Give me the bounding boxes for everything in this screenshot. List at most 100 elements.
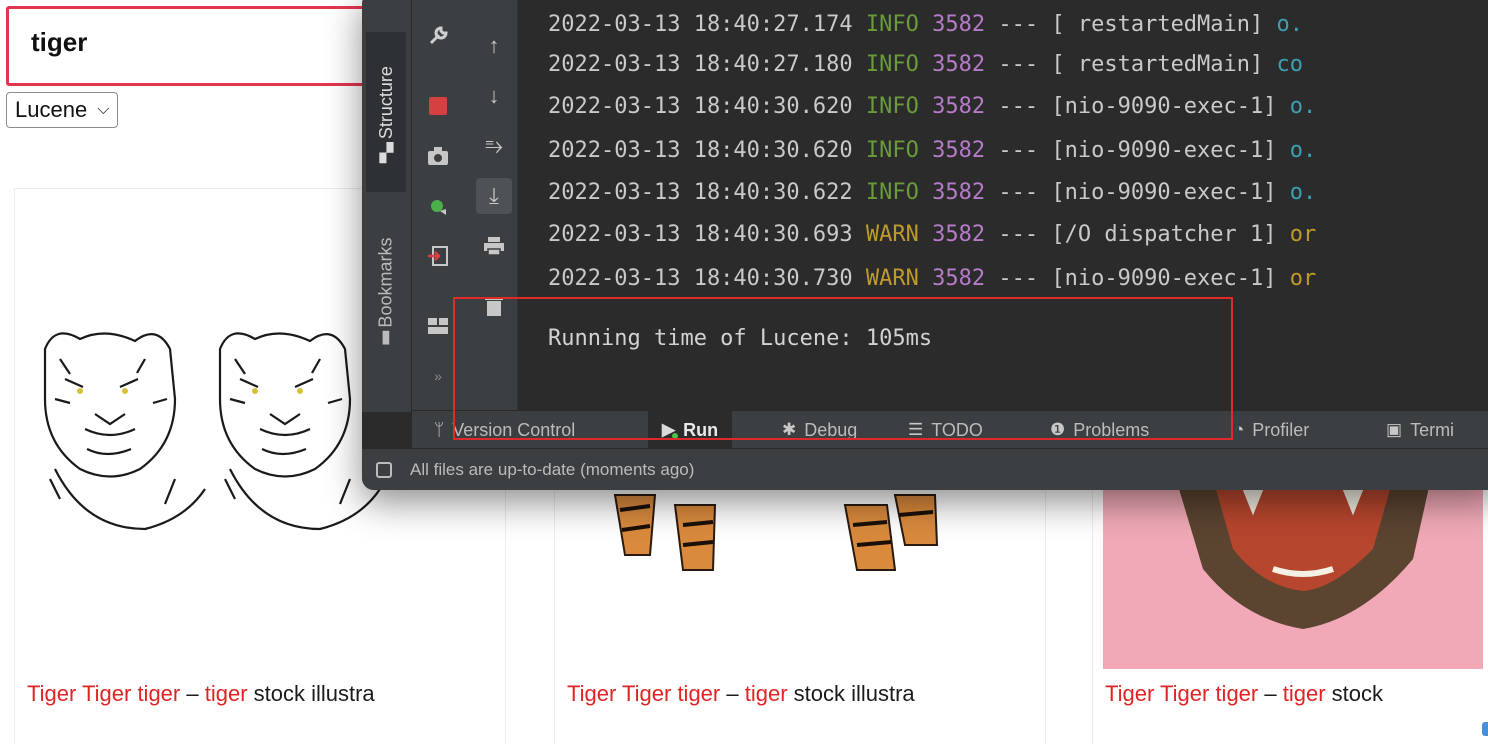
scroll-indicator — [1482, 722, 1488, 736]
result-title-highlight: tiger — [1282, 681, 1326, 706]
wrench-icon[interactable] — [420, 18, 456, 54]
result-title-highlight: tiger — [744, 681, 788, 706]
log-line: 2022-03-13 18:40:30.620 INFO 3582 --- [n… — [548, 136, 1316, 166]
log-separator: --- — [998, 138, 1039, 163]
log-logger: or — [1289, 266, 1317, 291]
log-separator: --- — [998, 222, 1039, 247]
log-pid: 3582 — [932, 12, 986, 37]
tab-label: Run — [683, 419, 719, 440]
log-thread: [/O dispatcher 1] — [1051, 222, 1277, 247]
tab-bookmarks[interactable]: ▮Bookmarks — [366, 210, 406, 370]
search-engine-select[interactable]: Lucene ⌵ — [6, 92, 119, 128]
tab-profiler[interactable]: ◔ Profiler — [1234, 411, 1309, 449]
result-title[interactable]: Tiger Tiger tiger – tiger stock illustra — [27, 681, 497, 707]
branch-icon: ᛘ — [434, 420, 445, 439]
arrow-down-icon[interactable]: ↓ — [476, 78, 512, 114]
tab-version-control[interactable]: ᛘ Version Control — [434, 411, 575, 449]
chevron-down-icon: ⌵ — [97, 101, 110, 118]
log-timestamp: 2022-03-13 18:40:27.174 — [548, 12, 853, 37]
tab-terminal[interactable]: ▣ Termi — [1386, 411, 1454, 449]
log-pid: 3582 — [932, 266, 986, 291]
arrow-up-icon[interactable]: ↑ — [476, 28, 512, 64]
log-line: 2022-03-13 18:40:30.730 WARN 3582 --- [n… — [548, 264, 1316, 294]
bug-icon: ✱ — [782, 420, 797, 439]
log-pid: 3582 — [932, 52, 986, 77]
log-line: 2022-03-13 18:40:30.622 INFO 3582 --- [n… — [548, 178, 1316, 208]
run-tool-column: » — [412, 0, 468, 412]
result-title-text: – — [1258, 681, 1283, 706]
log-separator: --- — [998, 52, 1039, 77]
search-input[interactable]: tiger — [6, 6, 386, 86]
list-icon: ☰ — [908, 420, 924, 439]
log-separator: --- — [998, 94, 1039, 119]
log-pid: 3582 — [932, 180, 986, 205]
log-timestamp: 2022-03-13 18:40:30.622 — [548, 180, 853, 205]
more-icon[interactable]: » — [420, 358, 456, 394]
structure-icon: ▞ — [379, 142, 393, 163]
log-thread: [nio-9090-exec-1] — [1051, 138, 1277, 163]
log-logger: o. — [1276, 12, 1304, 37]
log-line: 2022-03-13 18:40:27.180 INFO 3582 --- [ … — [548, 50, 1303, 80]
tab-todo[interactable]: ☰ TODO — [908, 411, 983, 449]
log-level: WARN — [865, 222, 919, 247]
problems-icon: ❶ — [1050, 420, 1066, 439]
log-thread: [nio-9090-exec-1] — [1051, 180, 1277, 205]
window-toggle-icon[interactable] — [376, 461, 392, 478]
run-icon: ▶ — [662, 420, 679, 439]
log-level: INFO — [865, 94, 919, 119]
run-console[interactable]: 2022-03-13 18:40:27.174 INFO 3582 --- [ … — [518, 0, 1488, 410]
tab-label: TODO — [931, 419, 983, 440]
result-title-highlight: tiger — [204, 681, 248, 706]
bottom-tool-tabs: ᛘ Version Control ▶ Run ✱ Debug ☰ TODO ❶ Prob… — [412, 410, 1488, 449]
result-title[interactable]: Tiger Tiger tiger – tiger stock illustra — [567, 681, 1037, 707]
soft-wrap-icon[interactable]: ⥱ — [476, 128, 512, 164]
tab-structure-label: Structure — [375, 65, 396, 139]
log-line: 2022-03-13 18:40:27.174 INFO 3582 --- [ … — [548, 10, 1303, 40]
exit-icon[interactable] — [420, 238, 456, 274]
camera-icon[interactable] — [420, 138, 456, 174]
scroll-to-end-icon[interactable]: ⤓ — [476, 178, 512, 214]
tab-label: Version Control — [452, 419, 576, 440]
result-title-text: – — [180, 681, 205, 706]
result-title-text: – — [720, 681, 745, 706]
rerun-debug-icon[interactable] — [420, 188, 456, 224]
log-line: 2022-03-13 18:40:30.693 WARN 3582 --- [/… — [548, 220, 1316, 250]
log-logger: co — [1276, 52, 1304, 77]
tiger-sketch-image — [43, 332, 381, 531]
tab-run[interactable]: ▶ Run — [648, 411, 733, 449]
layout-icon[interactable] — [420, 308, 456, 344]
log-timestamp: 2022-03-13 18:40:30.693 — [548, 222, 853, 247]
tab-problems[interactable]: ❶ Problems — [1050, 411, 1149, 449]
result-title[interactable]: Tiger Tiger tiger – tiger stock — [1105, 681, 1488, 707]
result-title-highlight: Tiger Tiger tiger — [27, 681, 181, 706]
tab-label: Profiler — [1252, 419, 1310, 440]
tab-label: Debug — [804, 419, 858, 440]
log-line: 2022-03-13 18:40:30.620 INFO 3582 --- [n… — [548, 92, 1316, 122]
tab-structure[interactable]: ▞ Structure — [366, 32, 406, 192]
tiger-legs-image — [613, 494, 939, 571]
stop-icon[interactable] — [420, 88, 456, 124]
status-bar: All files are up-to-date (moments ago) — [362, 448, 1488, 490]
ide-window: ▞ Structure ▮Bookmarks » ↑ ↓ ⥱ ⤓ 2022-03-… — [362, 0, 1488, 490]
log-level: INFO — [865, 12, 919, 37]
bookmark-icon: ▮ — [381, 328, 391, 349]
log-level: WARN — [865, 266, 919, 291]
tab-debug[interactable]: ✱ Debug — [782, 411, 857, 449]
log-thread: [nio-9090-exec-1] — [1051, 94, 1277, 119]
result-title-text: stock — [1325, 681, 1383, 706]
log-logger: o. — [1289, 180, 1317, 205]
log-pid: 3582 — [932, 222, 986, 247]
log-separator: --- — [998, 266, 1039, 291]
result-title-highlight: Tiger Tiger tiger — [567, 681, 721, 706]
trash-icon[interactable] — [476, 288, 512, 324]
log-timestamp: 2022-03-13 18:40:30.620 — [548, 138, 853, 163]
result-title-highlight: Tiger Tiger tiger — [1105, 681, 1259, 706]
tiger-roar-image — [1103, 469, 1483, 669]
log-separator: --- — [998, 12, 1039, 37]
tab-label: Termi — [1410, 419, 1455, 440]
tab-bookmarks-label: Bookmarks — [375, 237, 396, 328]
engine-select-value: Lucene — [15, 97, 88, 122]
log-separator: --- — [998, 180, 1039, 205]
print-icon[interactable] — [476, 228, 512, 264]
log-logger: or — [1289, 222, 1317, 247]
